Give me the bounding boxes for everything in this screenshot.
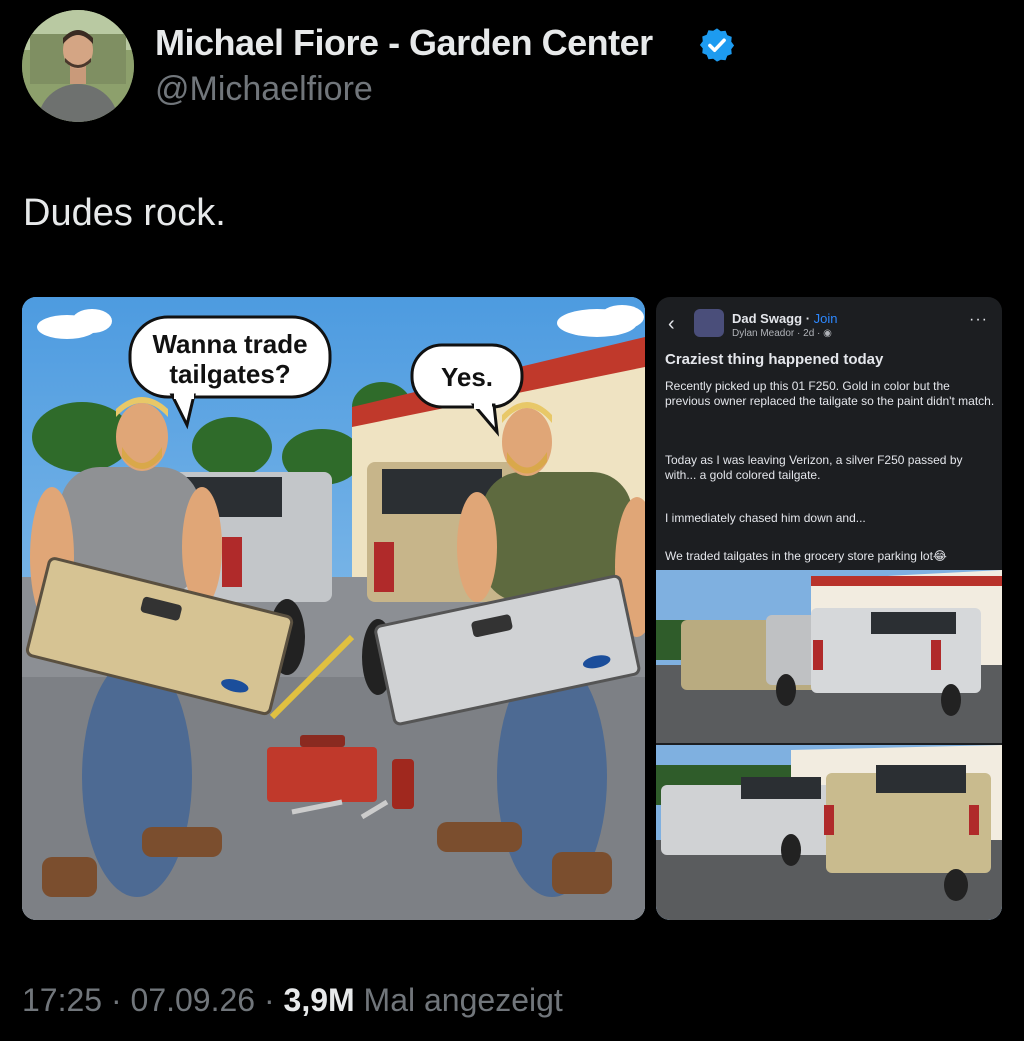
fb-photo-2 (656, 745, 1002, 920)
media-image-screenshot[interactable]: ‹ Dad Swagg · Join Dylan Meador · 2d · ◉… (656, 297, 1002, 920)
view-label: Mal angezeigt (363, 982, 563, 1018)
fb-paragraph-4: We traded tailgates in the grocery store… (665, 549, 947, 563)
bubble-left-line2: tailgates? (169, 359, 290, 389)
tweet-text: Dudes rock. (23, 192, 226, 234)
fb-paragraph-2: Today as I was leaving Verizon, a silver… (665, 453, 963, 482)
tweet-footer: 17:25 · 07.09.26 · 3,9M Mal angezeigt (22, 982, 563, 1018)
more-icon: ··· (969, 311, 988, 328)
fb-paragraph-3: I immediately chased him down and... (665, 511, 866, 525)
author-handle[interactable]: @Michaelfiore (155, 70, 373, 109)
verified-badge-icon (699, 28, 735, 62)
author-name[interactable]: Michael Fiore - Garden Center (155, 22, 653, 64)
group-avatar-icon (694, 309, 724, 337)
fb-group-label: Dad Swagg (732, 311, 803, 326)
profile-photo-icon (22, 10, 134, 122)
fb-paragraph-1: Recently picked up this 01 F250. Gold in… (665, 379, 995, 408)
illustration: Wanna trade tailgates? Yes. (22, 297, 645, 920)
fb-post-meta: Dylan Meador · 2d · ◉ (732, 328, 832, 339)
tweet-date[interactable]: 07.09.26 (131, 982, 256, 1018)
globe-icon: ◉ (823, 328, 832, 339)
trucks-photo-1 (656, 570, 1002, 743)
fb-join: Join (813, 311, 838, 326)
fb-photo-1 (656, 570, 1002, 743)
bubble-right: Yes. (441, 362, 493, 392)
fb-post-title: Craziest thing happened today (665, 351, 884, 368)
fb-author: Dylan Meador (732, 328, 795, 339)
tweet-time[interactable]: 17:25 (22, 982, 102, 1018)
bubble-left-line1: Wanna trade (152, 329, 307, 359)
back-arrow-icon: ‹ (668, 313, 675, 335)
fb-group-name: Dad Swagg · Join (732, 311, 838, 326)
fb-age: 2d (803, 328, 815, 339)
view-count[interactable]: 3,9M (284, 982, 355, 1018)
avatar[interactable] (22, 10, 134, 122)
fb-header: ‹ Dad Swagg · Join Dylan Meador · 2d · ◉… (656, 297, 1002, 345)
trucks-photo-2 (656, 745, 1002, 920)
media-image-illustration[interactable]: Wanna trade tailgates? Yes. (22, 297, 645, 920)
